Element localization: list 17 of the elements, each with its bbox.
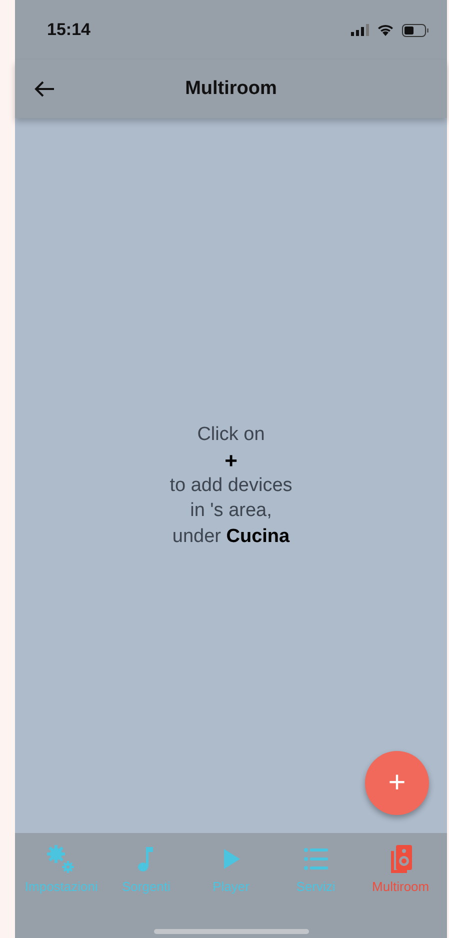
add-button[interactable]: + xyxy=(365,751,429,815)
tab-bar-item[interactable]: Impostazioni xyxy=(19,843,104,896)
message-text: to add devices xyxy=(170,474,292,498)
wifi-icon xyxy=(377,24,394,36)
message-text: in 's area, xyxy=(190,499,272,523)
message-text: under Cucina xyxy=(172,524,290,548)
message-text: Click on xyxy=(197,423,265,447)
tab-bar-item[interactable]: Servizi xyxy=(273,843,358,896)
page-title: Multiroom xyxy=(185,78,277,99)
back-button[interactable] xyxy=(33,80,55,98)
signal-icon xyxy=(351,24,369,36)
tab-bar-item[interactable]: Sorgenti xyxy=(104,843,189,896)
tab-bar-item[interactable]: Player xyxy=(188,843,274,896)
message-text: + xyxy=(224,448,238,472)
battery-icon xyxy=(402,24,429,36)
status-time: 15:14 xyxy=(47,19,90,42)
tab-bar-item[interactable]: Multiroom xyxy=(358,843,443,896)
